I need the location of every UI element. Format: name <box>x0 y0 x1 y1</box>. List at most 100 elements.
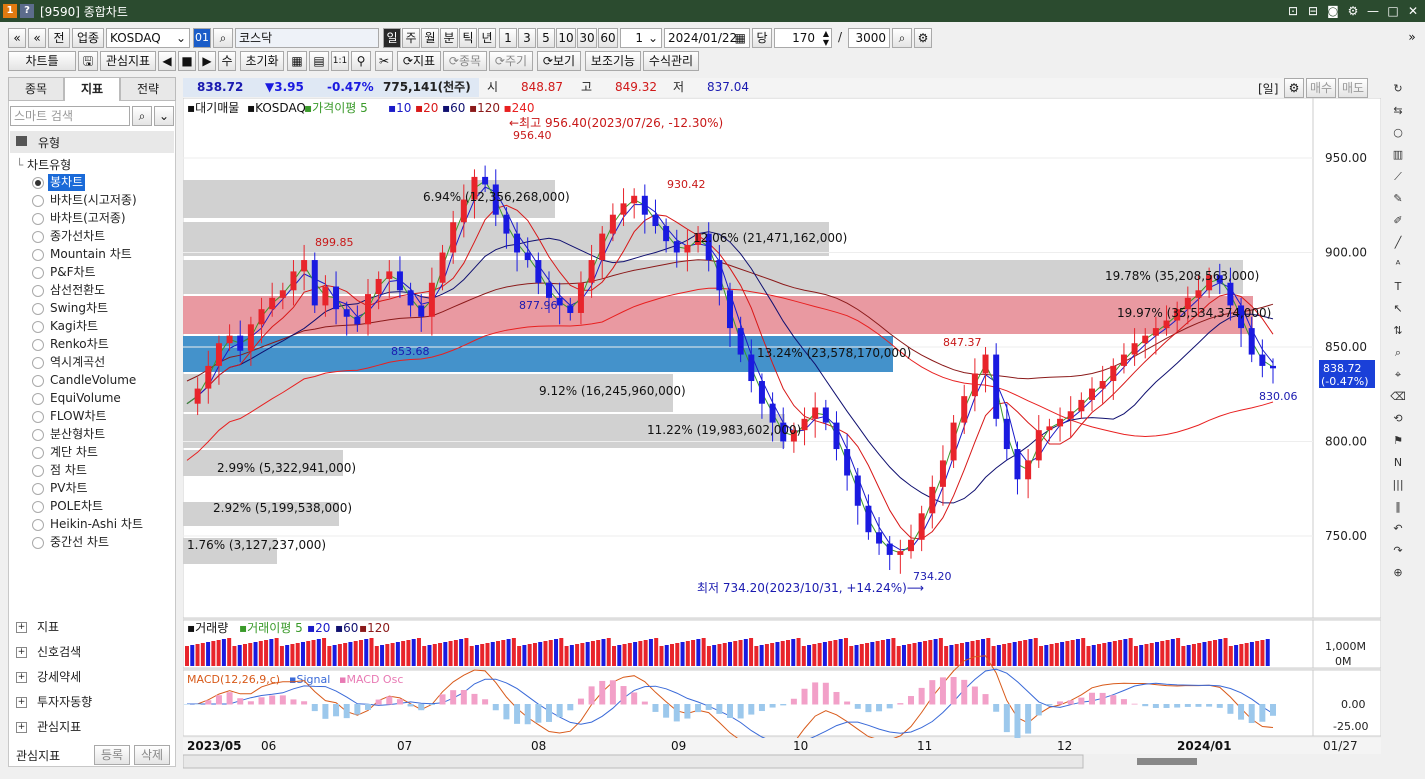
chart-type-item[interactable]: CandleVolume <box>50 372 136 389</box>
prev-button[interactable]: 전 <box>48 28 70 48</box>
radio-7[interactable] <box>32 303 44 315</box>
zoom-icon[interactable]: ⌕ <box>892 28 912 48</box>
stop-icon[interactable]: ■ <box>178 51 196 71</box>
tab-items[interactable]: 종목 <box>8 77 64 101</box>
period-month-tab[interactable]: 월 <box>421 28 439 48</box>
window-link-icon[interactable]: ⊡ <box>1285 3 1301 19</box>
circle-icon[interactable]: ○ <box>1389 124 1407 142</box>
chart-type-item[interactable]: 역시계곡선 <box>50 354 105 371</box>
radio-20[interactable] <box>32 537 44 549</box>
radio-8[interactable] <box>32 321 44 333</box>
watch-indicator-button[interactable]: 관심지표 <box>100 51 156 71</box>
brush-icon[interactable]: ✐ <box>1389 212 1407 230</box>
gear-icon[interactable]: ⚙ <box>1284 78 1304 98</box>
nav-first-button[interactable]: « <box>8 28 26 48</box>
radio-13[interactable] <box>32 411 44 423</box>
grid-icon[interactable]: ▦ <box>287 51 307 71</box>
interval-1-button[interactable]: 1 <box>499 28 517 48</box>
window-settings-icon[interactable]: ⚙ <box>1345 3 1361 19</box>
radio-17[interactable] <box>32 483 44 495</box>
redo-icon[interactable]: ↷ <box>1389 542 1407 560</box>
chart-type-item[interactable]: Kagi차트 <box>50 318 98 335</box>
interval-input[interactable]: 1 ⌄ <box>620 28 662 48</box>
chart-type-item[interactable]: 종가선차트 <box>50 228 105 245</box>
radio-14[interactable] <box>32 429 44 441</box>
tab-indicators[interactable]: 지표 <box>64 77 120 101</box>
eraser-icon[interactable]: ⌫ <box>1389 388 1407 406</box>
period-day-tab[interactable]: 일 <box>383 28 401 48</box>
interval-10-button[interactable]: 10 <box>556 28 576 48</box>
radio-2[interactable] <box>32 213 44 225</box>
stock-name-field[interactable]: 코스닥 <box>235 28 379 48</box>
period-year-tab[interactable]: 년 <box>478 28 496 48</box>
radio-11[interactable] <box>32 375 44 387</box>
tab-strategy[interactable]: 전략 <box>120 77 176 101</box>
chevron-down-icon[interactable]: ⌄ <box>154 106 174 126</box>
period-week-tab[interactable]: 주 <box>402 28 420 48</box>
window-maximize-button[interactable]: □ <box>1385 3 1401 19</box>
trend-tool-icon[interactable]: ⟋ <box>1389 168 1407 186</box>
chart-type-item[interactable]: 봉차트 <box>48 174 86 191</box>
bars-icon[interactable]: ||| <box>1389 476 1407 494</box>
section-3[interactable]: + 투자자동향 <box>16 692 92 712</box>
search-icon[interactable]: ⌕ <box>132 106 152 126</box>
period-indicator[interactable]: [일] <box>1258 80 1278 97</box>
radio-18[interactable] <box>32 501 44 513</box>
radio-5[interactable] <box>32 267 44 279</box>
sector-button[interactable]: 업종 <box>72 28 104 48</box>
chart-type-item[interactable]: FLOW차트 <box>50 408 107 425</box>
chart-type-item[interactable]: Renko차트 <box>50 336 109 353</box>
chart-area[interactable]: 950.00 900.00 850.00 800.00 750.00 ▪대기매물 ▪KOSD… <box>183 98 1381 770</box>
zoom-icon[interactable]: ⊕ <box>1389 564 1407 582</box>
chart-type-item[interactable]: Mountain 차트 <box>50 246 132 263</box>
flag-icon[interactable]: ⚑ <box>1389 432 1407 450</box>
one-to-one-icon[interactable]: 1:1 <box>331 51 349 71</box>
search-icon[interactable]: ⌕ <box>213 28 233 48</box>
buy-button[interactable]: 매수 <box>1306 78 1336 98</box>
chart-type-item[interactable]: 바차트(고저종) <box>50 210 126 227</box>
chart-type-item[interactable]: 분산형차트 <box>50 426 105 443</box>
count-input[interactable]: 170 ▲ ▼ <box>774 28 832 48</box>
chart-type-item[interactable]: P&F차트 <box>50 264 96 281</box>
chart-type-item[interactable]: EquiVolume <box>50 390 121 407</box>
stepper-icon[interactable]: ▲ ▼ <box>823 29 829 47</box>
cycle-button[interactable]: ⟳주기 <box>489 51 533 71</box>
compare-icon[interactable]: ⇅ <box>1389 322 1407 340</box>
sync-icon[interactable]: ⇆ <box>1389 102 1407 120</box>
reset-button[interactable]: 초기화 <box>240 51 284 71</box>
chart-type-item[interactable]: POLE차트 <box>50 498 103 515</box>
section-1[interactable]: + 신호검색 <box>16 642 81 662</box>
delete-button[interactable]: 삭제 <box>134 745 170 765</box>
chart-type-item[interactable]: 삼선전환도 <box>50 282 105 299</box>
window-layout-icon[interactable]: ⊟ <box>1305 3 1321 19</box>
code-field[interactable]: 01 <box>193 28 211 48</box>
chart-type-item[interactable]: 점 차트 <box>50 462 87 479</box>
interval-5-button[interactable]: 5 <box>537 28 555 48</box>
play-icon[interactable]: ▶ <box>198 51 216 71</box>
radio-10[interactable] <box>32 357 44 369</box>
text-icon[interactable]: T <box>1389 278 1407 296</box>
radio-3[interactable] <box>32 231 44 243</box>
window-minimize-button[interactable]: — <box>1365 3 1381 19</box>
item-button[interactable]: ⟳종목 <box>443 51 487 71</box>
formula-manage-button[interactable]: 수식관리 <box>643 51 699 71</box>
sell-button[interactable]: 매도 <box>1338 78 1368 98</box>
indicator-button[interactable]: ⟳지표 <box>397 51 441 71</box>
pin-icon[interactable]: ⚲ <box>351 51 371 71</box>
scissors-icon[interactable]: ✂ <box>375 51 393 71</box>
count-button[interactable]: 수 <box>218 51 236 71</box>
chart-type-item[interactable]: Swing차트 <box>50 300 108 317</box>
total-input[interactable]: 3000 <box>848 28 890 48</box>
line-icon[interactable]: ╱ <box>1389 234 1407 252</box>
group-header[interactable]: 유형 <box>10 131 174 153</box>
window-capture-icon[interactable]: ◙ <box>1325 3 1341 19</box>
interval-60-button[interactable]: 60 <box>598 28 618 48</box>
section-4[interactable]: + 관심지표 <box>16 717 81 737</box>
chart-type-item[interactable]: 계단 차트 <box>50 444 98 461</box>
magnifier-icon[interactable]: ⌕ <box>1389 344 1407 362</box>
aux-function-button[interactable]: 보조기능 <box>585 51 641 71</box>
pen-icon[interactable]: ✎ <box>1389 190 1407 208</box>
radio-19[interactable] <box>32 519 44 531</box>
chart-type-item[interactable]: PV차트 <box>50 480 88 497</box>
radio-15[interactable] <box>32 447 44 459</box>
